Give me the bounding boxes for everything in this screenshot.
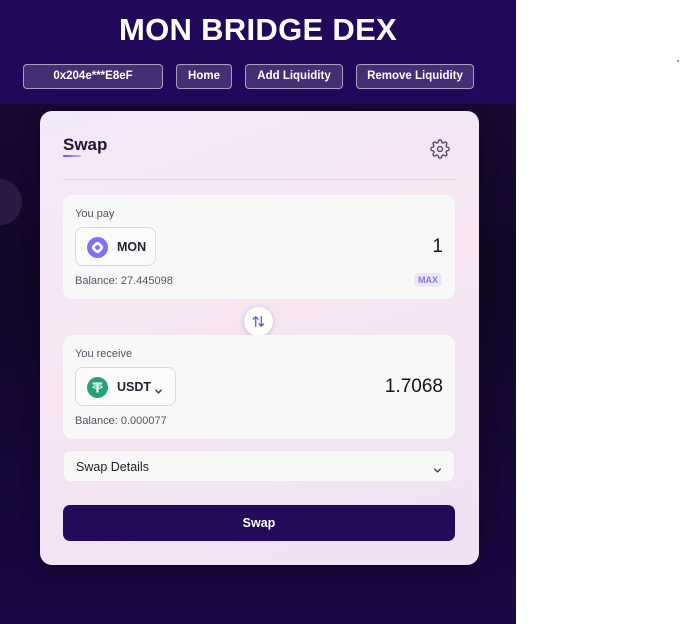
app-window: MON BRIDGE DEX 0x204e***E8eF Home Add Li…	[0, 0, 516, 624]
app-title: MON BRIDGE DEX	[118, 12, 398, 47]
receive-amount-input[interactable]	[243, 373, 443, 401]
tab-underline	[63, 155, 81, 157]
pay-label: You pay	[75, 208, 115, 220]
swap-card: Swap You pay MON Bal	[40, 111, 479, 565]
receive-token-name: USDT	[117, 380, 152, 394]
swap-details-toggle[interactable]: Swap Details	[63, 450, 455, 482]
receive-token-selector[interactable]: USDT	[75, 367, 176, 406]
swap-details-label: Swap Details	[76, 460, 149, 474]
swap-tab-title: Swap	[63, 135, 108, 154]
receive-label: You receive	[75, 348, 133, 360]
receive-panel: You receive USDT Bal	[63, 335, 455, 439]
chevron-down-icon	[433, 462, 442, 473]
divider	[63, 179, 455, 180]
mon-token-icon	[87, 237, 108, 258]
home-button[interactable]: Home	[176, 64, 232, 89]
pay-token-selector[interactable]: MON	[75, 227, 156, 266]
swap-button[interactable]: Swap	[63, 505, 455, 541]
remove-liquidity-button[interactable]: Remove Liquidity	[356, 64, 474, 89]
pay-amount-input[interactable]	[243, 233, 443, 261]
gear-icon[interactable]	[430, 139, 450, 159]
pay-token-name: MON	[117, 240, 147, 254]
swap-direction-button[interactable]	[244, 307, 273, 336]
swap-arrows-icon	[252, 316, 265, 327]
usdt-token-icon	[87, 377, 108, 398]
wallet-address-button[interactable]: 0x204e***E8eF	[23, 64, 163, 89]
max-button[interactable]: MAX	[414, 273, 442, 287]
receive-balance: Balance: 0.000077	[75, 415, 167, 427]
side-decoration	[0, 179, 22, 225]
chevron-down-icon	[154, 383, 163, 394]
header: MON BRIDGE DEX 0x204e***E8eF Home Add Li…	[0, 0, 516, 104]
pay-panel: You pay MON Balance: 27.445098 MAX	[63, 195, 455, 299]
decorative-dot	[677, 60, 679, 62]
add-liquidity-button[interactable]: Add Liquidity	[245, 64, 343, 89]
pay-balance: Balance: 27.445098	[75, 275, 173, 287]
